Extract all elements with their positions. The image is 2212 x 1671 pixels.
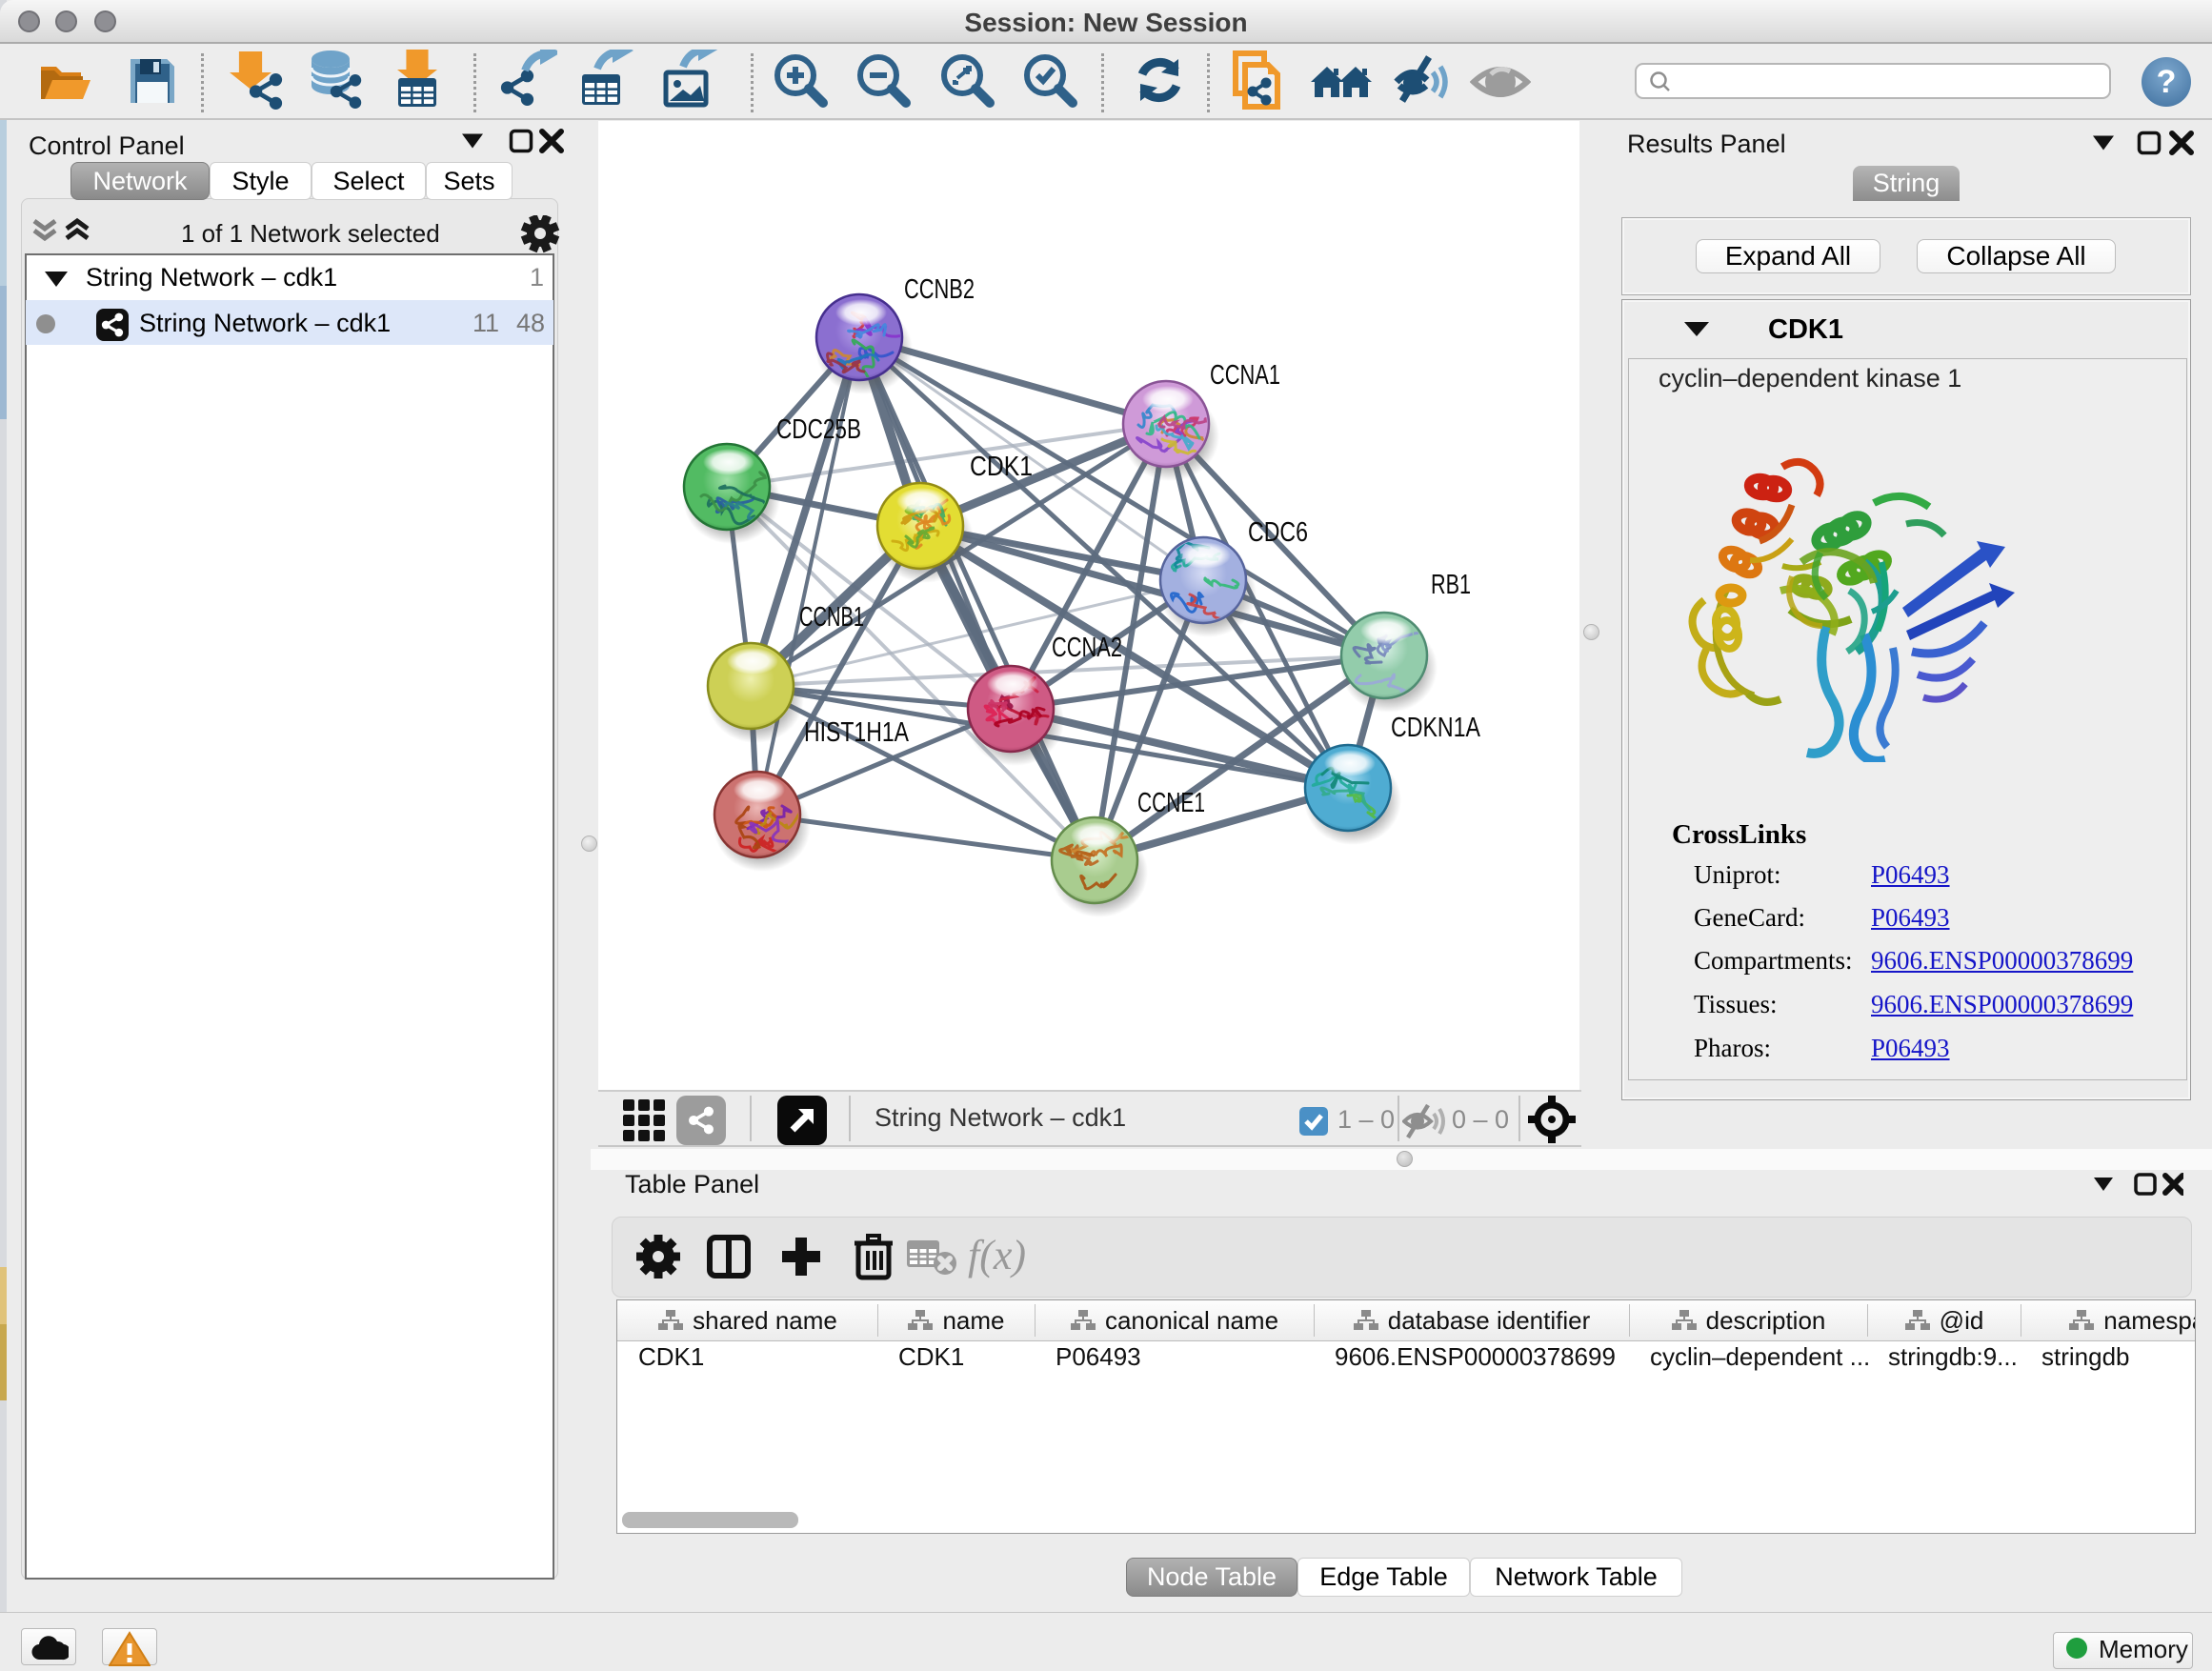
svg-text:CCNA2: CCNA2 <box>1052 633 1122 663</box>
svg-text:CDC25B: CDC25B <box>776 414 861 445</box>
svg-text:HIST1H1A: HIST1H1A <box>804 717 910 748</box>
svg-text:CDKN1A: CDKN1A <box>1391 713 1481 743</box>
svg-text:CCNE1: CCNE1 <box>1137 788 1205 818</box>
svg-text:RB1: RB1 <box>1431 570 1471 600</box>
svg-text:CDK1: CDK1 <box>970 452 1033 482</box>
svg-text:CCNB2: CCNB2 <box>904 274 975 305</box>
svg-text:CDC6: CDC6 <box>1248 517 1308 548</box>
svg-text:CCNB1: CCNB1 <box>799 602 864 633</box>
svg-text:CCNA1: CCNA1 <box>1210 360 1280 391</box>
